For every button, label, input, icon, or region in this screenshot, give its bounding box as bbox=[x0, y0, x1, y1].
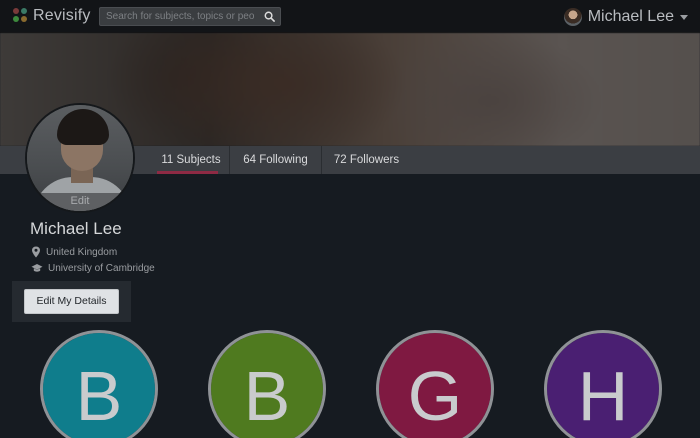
user-menu[interactable]: Michael Lee bbox=[563, 6, 688, 28]
subject-card[interactable]: G bbox=[376, 330, 494, 438]
location-text: United Kingdom bbox=[46, 246, 118, 258]
edit-my-details-button[interactable]: Edit My Details bbox=[24, 289, 119, 314]
institution-text: University of Cambridge bbox=[48, 262, 155, 274]
subject-card[interactable]: B bbox=[40, 330, 158, 438]
tab-following[interactable]: 64 Following bbox=[229, 146, 321, 174]
subject-letter: H bbox=[577, 357, 629, 435]
user-name[interactable]: Michael Lee bbox=[588, 8, 674, 26]
avatar-edit-label[interactable]: Edit bbox=[27, 193, 133, 211]
subject-letter: B bbox=[243, 357, 291, 435]
location-row: United Kingdom bbox=[31, 245, 117, 259]
chevron-down-icon[interactable] bbox=[680, 14, 688, 20]
profile-avatar[interactable]: Edit bbox=[25, 103, 135, 213]
top-navigation-bar: Revisify Michael Lee bbox=[0, 0, 700, 33]
subject-card[interactable]: H bbox=[544, 330, 662, 438]
institution-row: University of Cambridge bbox=[31, 261, 155, 275]
tab-followers[interactable]: 72 Followers bbox=[321, 146, 411, 174]
user-avatar[interactable] bbox=[563, 8, 582, 26]
subject-letter: G bbox=[407, 357, 463, 435]
subject-letter: B bbox=[75, 357, 123, 435]
revisify-logo-icon[interactable] bbox=[13, 8, 29, 24]
brand-name[interactable]: Revisify bbox=[33, 7, 91, 25]
search-icon[interactable] bbox=[264, 11, 275, 22]
edit-details-panel: Edit My Details bbox=[12, 281, 131, 322]
subject-card[interactable]: B bbox=[208, 330, 326, 438]
profile-name: Michael Lee bbox=[30, 219, 122, 238]
graduation-cap-icon bbox=[31, 264, 43, 272]
map-pin-icon bbox=[32, 246, 40, 258]
search-input[interactable] bbox=[100, 8, 260, 25]
search-box bbox=[99, 7, 281, 26]
tab-subjects[interactable]: 11 Subjects bbox=[154, 146, 228, 174]
